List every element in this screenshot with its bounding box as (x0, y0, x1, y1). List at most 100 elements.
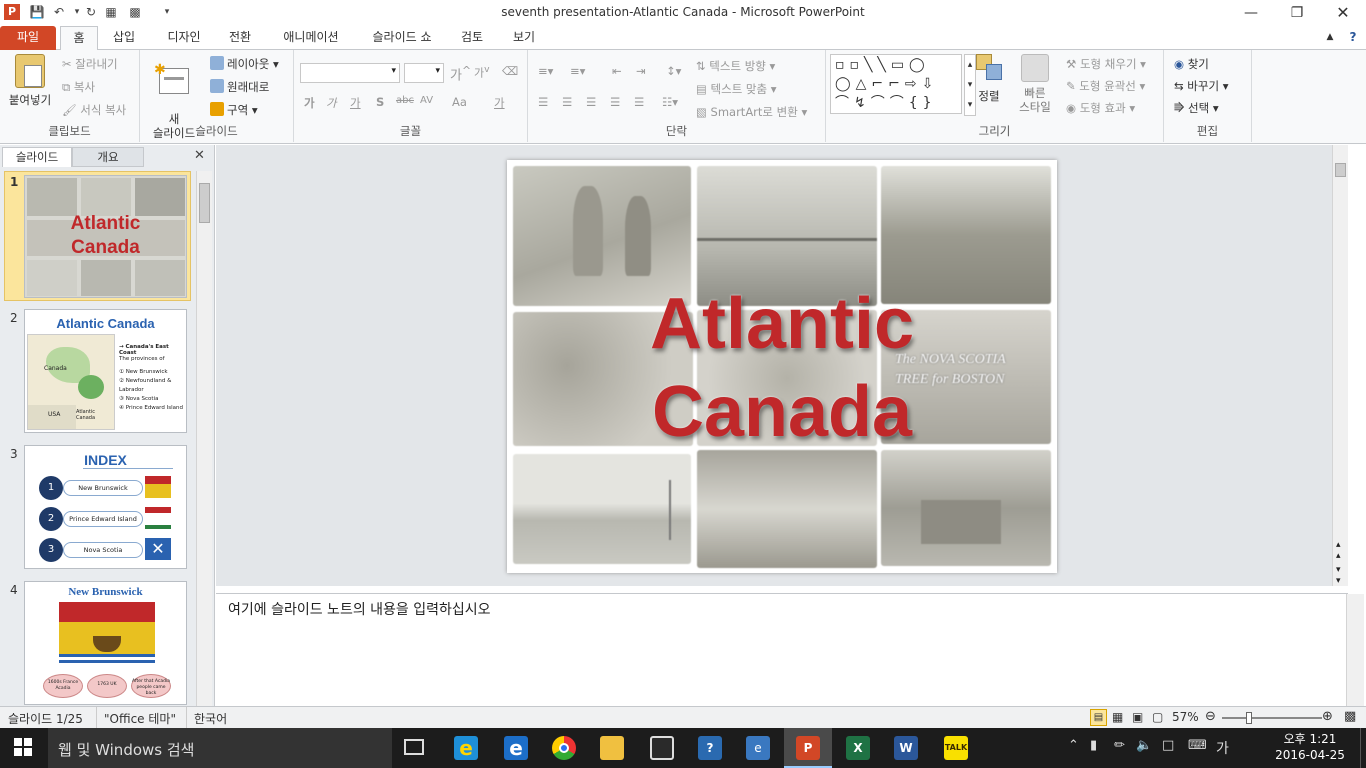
columns-icon[interactable]: ☷▾ (662, 95, 678, 109)
grow-font-icon[interactable]: 가^ (450, 64, 471, 83)
task-view-icon[interactable] (404, 739, 424, 755)
status-language[interactable]: 한국어 (194, 710, 227, 727)
tab-file[interactable]: 파일 (0, 26, 56, 50)
tab-transitions[interactable]: 전환 (218, 26, 262, 50)
zoom-slider[interactable] (1222, 717, 1322, 719)
reading-view-icon[interactable]: ▣ (1132, 710, 1143, 724)
arrange-button[interactable]: 정렬 (974, 54, 1004, 104)
replace-button[interactable]: ⇆ 바꾸기 ▾ (1174, 78, 1228, 94)
font-color-button[interactable]: 가 (494, 95, 505, 111)
tab-review[interactable]: 검토 (452, 26, 492, 50)
font-name-combo[interactable]: ▾ (300, 63, 400, 83)
cut-button[interactable]: ✂ 잘라내기 (62, 56, 118, 72)
ie-document-icon[interactable]: e (746, 736, 770, 760)
slide-scrollbar[interactable]: ▴ ▴ ▾ ▾ (1332, 145, 1348, 586)
windows-start-icon[interactable] (14, 738, 32, 756)
paste-button[interactable]: 붙여넣기 (4, 54, 56, 108)
tab-animations[interactable]: 애니메이션 (272, 26, 350, 50)
distribute-icon[interactable]: ☰ (634, 95, 644, 109)
taskbar-search-box[interactable]: 웹 및 Windows 검색 (48, 728, 392, 768)
close-button[interactable]: ✕ (1320, 0, 1366, 26)
file-explorer-icon[interactable] (600, 736, 624, 760)
notes-scrollbar[interactable] (1346, 594, 1364, 707)
clear-format-icon[interactable]: ⌫ (502, 64, 518, 78)
font-size-combo[interactable]: ▾ (404, 63, 444, 83)
shrink-font-icon[interactable]: 가v (474, 64, 490, 81)
keyboard-icon[interactable]: ⌨ (1188, 738, 1207, 753)
section-button[interactable]: 구역 ▾ (210, 102, 258, 118)
prev-slide-icon[interactable]: ▴ ▴ (1336, 540, 1341, 562)
align-left-icon[interactable]: ☰ (538, 95, 548, 109)
underline-button[interactable]: 가 (350, 95, 361, 111)
taskbar-powerpoint-active[interactable]: P (784, 728, 832, 768)
close-pane-icon[interactable]: ✕ (194, 148, 205, 163)
shape-outline-button[interactable]: ✎ 도형 윤곽선 ▾ (1066, 78, 1145, 94)
fit-to-window-icon[interactable]: ▩ (1344, 709, 1356, 724)
thumbnails-scrollbar[interactable] (196, 171, 212, 706)
chrome-icon[interactable] (552, 736, 576, 760)
align-right-icon[interactable]: ☰ (586, 95, 596, 109)
decrease-indent-icon[interactable]: ⇤ (612, 64, 622, 78)
zoom-in-icon[interactable]: ⊕ (1322, 709, 1333, 724)
clock[interactable]: 오후 1:21 2016-04-25 (1270, 731, 1350, 763)
layout-button[interactable]: 레이아웃 ▾ (210, 56, 279, 72)
shadow-button[interactable]: S (376, 95, 384, 109)
normal-view-icon[interactable]: ▤ (1090, 709, 1107, 726)
text-direction-button[interactable]: ⇅ 텍스트 방향 ▾ (696, 58, 775, 74)
tab-home[interactable]: 홈 (60, 26, 98, 51)
zoom-slider-thumb[interactable] (1246, 712, 1252, 724)
slide-title[interactable]: Atlantic Canada (507, 280, 1057, 456)
tab-slideshow[interactable]: 슬라이드 쇼 (362, 26, 442, 50)
thumbnail-slide-3[interactable]: INDEX 1 New Brunswick 2 Prince Edward Is… (24, 445, 187, 569)
ime-indicator[interactable]: 가 (1216, 738, 1229, 758)
pen-tray-icon[interactable]: ✏ (1114, 738, 1125, 753)
volume-icon[interactable]: 🔈 (1136, 738, 1152, 753)
bold-button[interactable]: 가 (304, 95, 315, 111)
next-slide-icon[interactable]: ▾ ▾ (1336, 565, 1341, 587)
minimize-button[interactable]: — (1228, 0, 1274, 26)
find-button[interactable]: ◉ 찾기 (1174, 56, 1209, 72)
notes-pane[interactable]: 여기에 슬라이드 노트의 내용을 입력하십시오 (216, 593, 1364, 707)
tab-view[interactable]: 보기 (504, 26, 544, 50)
strikethrough-button[interactable]: abc (396, 95, 414, 106)
increase-indent-icon[interactable]: ⇥ (636, 64, 646, 78)
status-theme[interactable]: "Office 테마" (104, 710, 176, 727)
help-icon[interactable]: ? (1344, 26, 1362, 50)
tray-expand-icon[interactable]: ⌃ (1068, 738, 1079, 753)
shapes-gallery[interactable]: ▫▫╲╲▭◯ ◯△⌐⌐⇨⇩ ⌒↯⌒⌒{} (830, 54, 962, 114)
store-icon[interactable] (650, 736, 674, 760)
kakaotalk-icon[interactable]: TALK (944, 736, 968, 760)
shape-effects-button[interactable]: ◉ 도형 효과 ▾ (1066, 100, 1135, 116)
italic-button[interactable]: 가 (326, 95, 337, 111)
numbering-icon[interactable]: ≡▾ (570, 64, 585, 78)
collapse-ribbon-icon[interactable]: ▲ (1322, 26, 1338, 50)
tab-outline-pane[interactable]: 개요 (72, 147, 144, 167)
edge-icon[interactable]: e (504, 736, 528, 760)
tab-slides-pane[interactable]: 슬라이드 (2, 147, 72, 167)
select-button[interactable]: ⭆ 선택 ▾ (1174, 100, 1219, 116)
slideshow-view-icon[interactable]: ▢ (1152, 710, 1163, 724)
notifications-icon[interactable]: □ (1162, 738, 1174, 753)
thumbnail-slide-1[interactable]: Atlantic Canada (24, 175, 187, 298)
word-icon[interactable]: W (894, 736, 918, 760)
align-text-button[interactable]: ▤ 텍스트 맞춤 ▾ (696, 81, 777, 97)
smartart-button[interactable]: ▧ SmartArt로 변환 ▾ (696, 104, 807, 120)
align-center-icon[interactable]: ☰ (562, 95, 572, 109)
excel-icon[interactable]: X (846, 736, 870, 760)
slide-sorter-icon[interactable]: ▦ (1112, 710, 1123, 724)
tab-insert[interactable]: 삽입 (104, 26, 144, 50)
thumbnail-slide-4[interactable]: New Brunswick 1600s France Acadia 1763 U… (24, 581, 187, 705)
tab-design[interactable]: 디자인 (158, 26, 210, 50)
format-painter-button[interactable]: 🖌 서식 복사 (62, 102, 126, 118)
restore-button[interactable]: ❐ (1274, 0, 1320, 26)
shape-fill-button[interactable]: ⚒ 도형 채우기 ▾ (1066, 56, 1146, 72)
current-slide[interactable]: The NOVA SCOTIA TREE for BOSTON Atlantic … (507, 160, 1057, 573)
line-spacing-icon[interactable]: ↕▾ (666, 64, 681, 78)
char-spacing-button[interactable]: AV (420, 95, 433, 106)
thumbnail-slide-2[interactable]: Atlantic Canada Canada USA Atlantic Cana… (24, 309, 187, 433)
quick-styles-button[interactable]: 빠른 스타일 (1010, 54, 1060, 114)
justify-icon[interactable]: ☰ (610, 95, 620, 109)
change-case-button[interactable]: Aa (452, 95, 467, 109)
battery-icon[interactable]: ▮ (1090, 738, 1097, 753)
copy-button[interactable]: ⧉ 복사 (62, 79, 95, 95)
